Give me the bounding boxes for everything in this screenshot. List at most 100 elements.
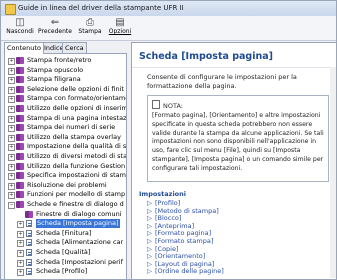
contents-tree[interactable]: + Stampa fronte/retro + Stampa opuscolo + Sta… [4, 53, 127, 280]
tree-item-label: Stampa filigrana [27, 75, 81, 84]
expand-icon[interactable]: + [8, 106, 15, 113]
tree-item-label: Utilizzo delle opzioni di inserim [27, 104, 127, 112]
expand-icon[interactable]: + [17, 221, 24, 229]
page-icon [26, 258, 32, 266]
expand-icon[interactable]: + [8, 134, 15, 142]
help-window: Guide in linea del driver della stampant… [0, 0, 337, 280]
tree-item-label: Stampa di una pagina intestaz [27, 113, 127, 122]
expand-icon[interactable]: + [8, 125, 15, 133]
expand-icon[interactable]: + [8, 115, 15, 123]
tree-item-label: Utilizzo della stampa overlay [27, 132, 121, 141]
topic-header: Scheda [Imposta pagina] [132, 43, 336, 68]
note-icon [152, 100, 160, 109]
book-icon [16, 201, 25, 208]
expand-icon[interactable]: + [8, 182, 15, 190]
help-app-icon [5, 4, 16, 15]
window-title: Guide in linea del driver della stampant… [18, 4, 184, 12]
content-scrollbar[interactable] [330, 67, 336, 278]
expand-icon[interactable]: + [8, 86, 15, 94]
page-icon [26, 239, 32, 247]
page-icon [26, 220, 32, 228]
book-icon [25, 210, 34, 218]
book-icon [16, 191, 25, 199]
note-title: NOTA: [163, 102, 183, 110]
tree-item-label: Utilizzo di diversi metodi di sta [27, 152, 127, 160]
expand-icon[interactable]: + [8, 154, 15, 161]
tree-item-label: Finestre di dialogo comuni [36, 209, 122, 218]
tree-item-label: Utilizzo della funzione Gestion [27, 161, 126, 170]
settings-section-title: Impostazioni [139, 190, 187, 198]
expand-icon[interactable]: + [8, 58, 15, 65]
title-bar[interactable]: Guide in linea del driver della stampant… [1, 1, 336, 16]
book-icon [16, 162, 25, 170]
tree-item-label: Selezione delle opzioni di finit [27, 84, 124, 93]
book-icon [16, 76, 25, 84]
book-icon [16, 57, 25, 64]
book-icon [16, 172, 25, 180]
settings-link[interactable]: ▷ [Ordine delle pagine] [147, 267, 224, 276]
collapse-icon[interactable]: − [8, 202, 15, 209]
topic-intro: Consente di configurare le impostazioni … [147, 73, 297, 90]
tree-item-label: Impostazione della qualità di s [27, 142, 127, 151]
expand-icon[interactable]: + [17, 250, 24, 257]
page-icon [26, 268, 32, 276]
arrow-right-icon: ▷ [147, 267, 152, 276]
hide-icon: ◫ [15, 17, 25, 28]
book-icon [16, 85, 25, 93]
expand-icon[interactable]: + [8, 173, 15, 181]
expand-icon[interactable]: + [8, 96, 15, 104]
back-icon: ⇐ [50, 17, 60, 28]
expand-icon[interactable]: + [8, 144, 15, 152]
back-label: Precedente [38, 28, 72, 35]
expand-icon[interactable]: + [8, 192, 15, 200]
print-icon: ⎙ [86, 17, 94, 28]
tree-item-label: Scheda [Qualità] [36, 248, 91, 256]
tree-item-label: Stampa con formato/orientame [27, 94, 127, 103]
tree-item-label: Stampa fronte/retro [27, 56, 92, 64]
tree-item-label: Stampa opuscolo [27, 65, 84, 74]
tree-item-label: Risoluzione dei problemi [27, 180, 107, 189]
tree-item-label: Schede e finestre di dialogo d [27, 200, 124, 208]
book-icon [16, 105, 25, 112]
expand-icon[interactable]: + [17, 269, 24, 277]
book-icon [16, 124, 25, 132]
note-text: [Formato pagina], [Orientamento] e altre… [152, 112, 324, 172]
book-icon [16, 66, 25, 74]
expand-icon[interactable]: + [17, 259, 24, 267]
settings-link-label: [Ordine delle pagine] [155, 267, 224, 276]
back-button[interactable]: ⇐ Precedente [37, 17, 73, 39]
expand-icon[interactable]: + [17, 240, 24, 248]
page-title: Scheda [Imposta pagina] [139, 51, 273, 62]
book-icon [16, 181, 25, 189]
tab-search[interactable]: Cerca [62, 42, 87, 53]
book-icon [16, 143, 25, 151]
book-icon [16, 95, 25, 103]
expand-icon[interactable]: + [8, 163, 15, 171]
print-button[interactable]: ⎙ Stampa [76, 17, 104, 39]
tree-item-label: Specifica impostazioni di stam [27, 171, 126, 180]
tree-item-label: Scheda [Imposta pagina] [36, 219, 120, 229]
options-label: Opzioni [108, 28, 132, 35]
tree-item-label: Scheda [Alimentazione car [36, 238, 124, 247]
options-icon: ▤ [115, 17, 125, 28]
book-icon [16, 114, 25, 122]
tree-item-label: Scheda [Finitura] [36, 228, 92, 237]
expand-icon[interactable]: + [17, 230, 24, 238]
expand-icon[interactable]: + [8, 77, 15, 85]
tree-item-label: Funzioni per modello di stamp [27, 190, 126, 199]
options-button[interactable]: ▤ Opzioni [107, 17, 133, 39]
hide-button[interactable]: ◫ Nascondi [5, 17, 35, 39]
hide-label: Nascondi [6, 28, 34, 35]
tree-item-label: Scheda [Profilo] [36, 267, 88, 276]
print-label: Stampa [78, 28, 102, 35]
tree-item-label: Scheda [Impostazioni perif [36, 257, 123, 266]
toolbar: ◫ Nascondi ⇐ Precedente ⎙ Stampa ▤ Opzio… [1, 16, 336, 41]
expand-icon[interactable]: + [8, 67, 15, 75]
page-icon [26, 249, 32, 256]
tab-contents[interactable]: Contenuto [4, 42, 44, 54]
book-icon [16, 153, 25, 160]
note-box: NOTA: [Formato pagina], [Orientamento] e… [147, 95, 329, 182]
note-heading: NOTA: [152, 100, 183, 110]
page-icon [26, 229, 32, 237]
tree-item-label: Stampa dei numeri di serie [27, 123, 116, 132]
